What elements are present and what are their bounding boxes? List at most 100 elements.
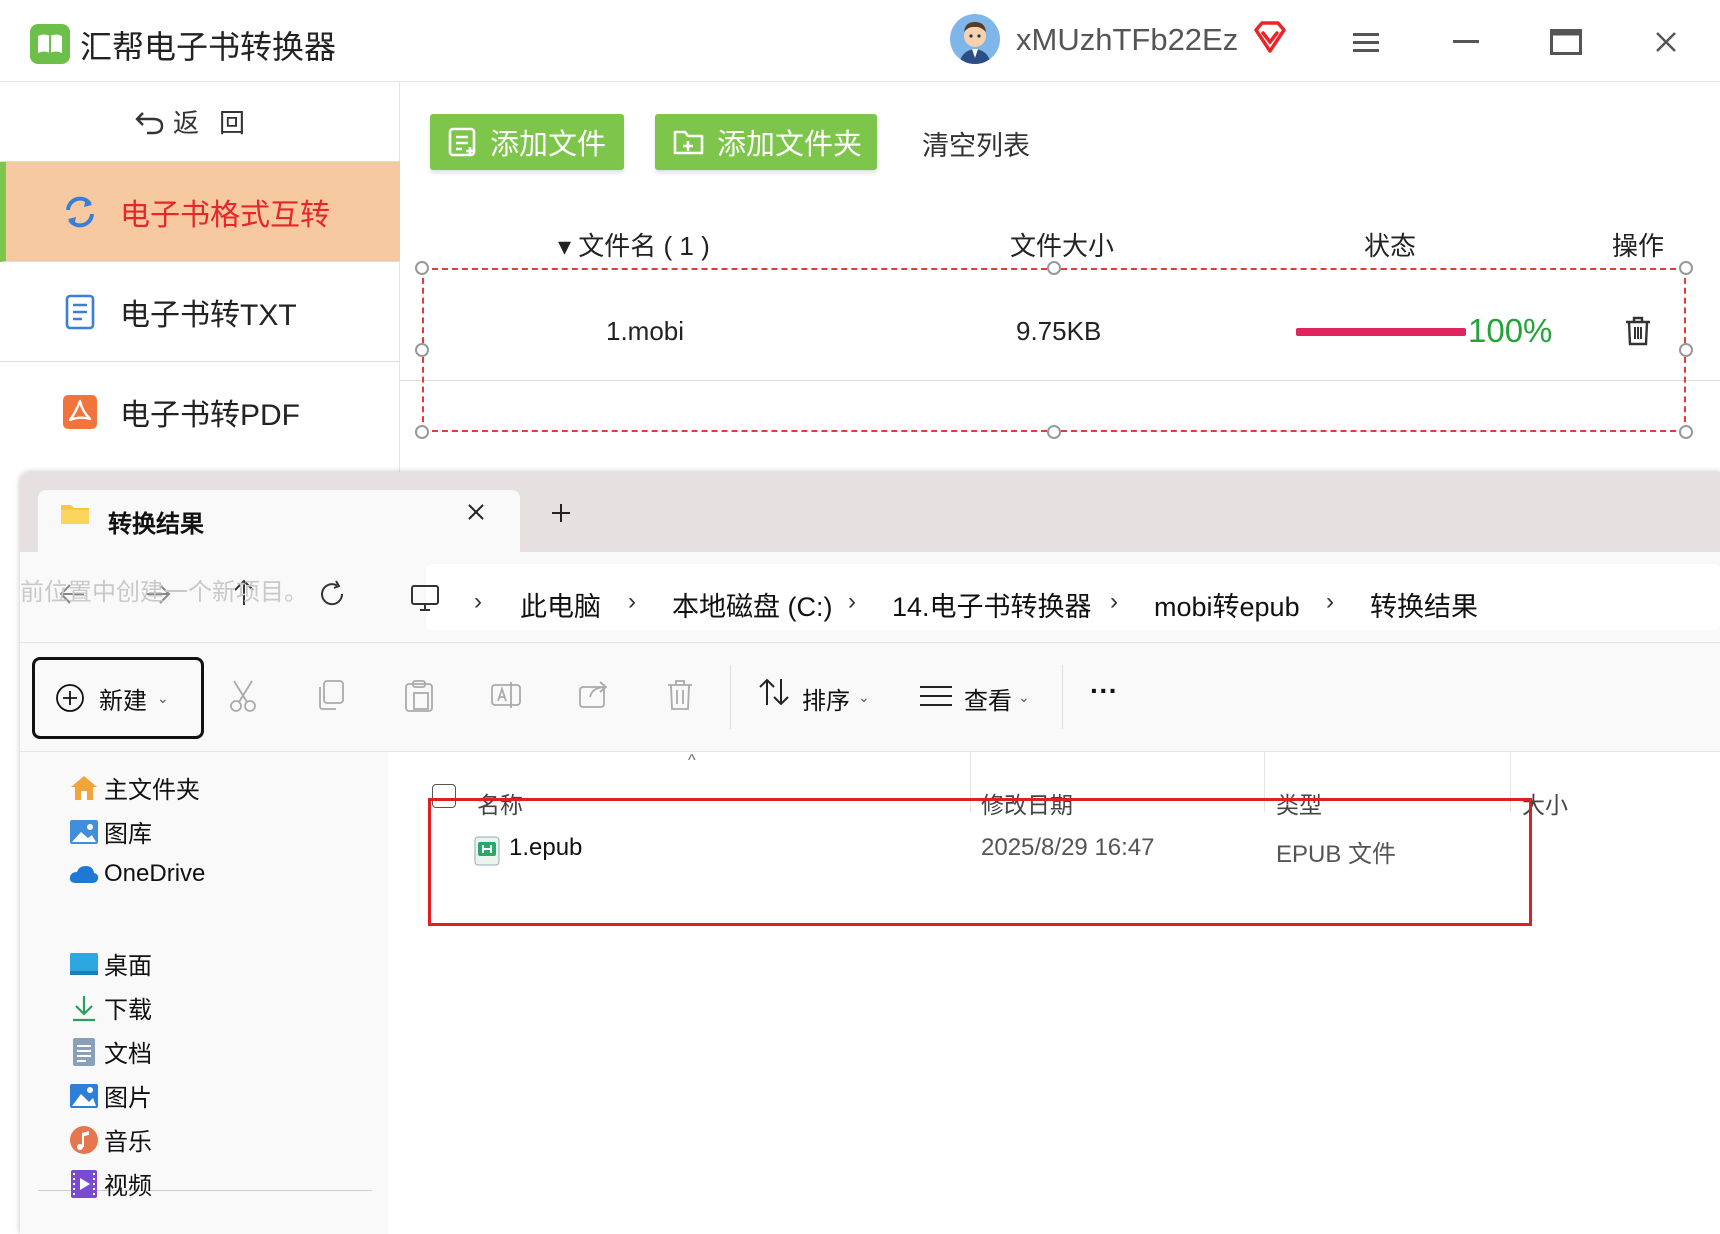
clear-list-button[interactable]: 清空列表 xyxy=(922,124,1030,163)
back-label: 返回 xyxy=(172,108,265,138)
breadcrumb-chevron-icon[interactable]: › xyxy=(1326,588,1334,616)
chevron-down-icon: ⌄ xyxy=(1018,689,1030,705)
vip-diamond-icon[interactable] xyxy=(1252,20,1288,59)
command-bar: 新建 ⌄ 排序 ⌄ 查看 ⌄ ··· xyxy=(20,642,1720,752)
chevron-down-icon: ⌄ xyxy=(858,689,870,705)
selection-box xyxy=(422,268,1686,432)
tree-item-documents[interactable]: 文档 xyxy=(68,1034,152,1069)
sidebar-item-to-pdf[interactable]: 电子书转PDF xyxy=(0,362,400,462)
rename-icon[interactable] xyxy=(490,679,522,716)
sidebar-item-to-txt[interactable]: 电子书转TXT xyxy=(0,262,400,362)
file-explorer-window: 转换结果 前位置中创建一个新项目。 › 此电脑 › 本地磁盘 (C:) › 14… xyxy=(20,472,1720,1234)
copy-icon[interactable] xyxy=(316,679,346,716)
resize-handle[interactable] xyxy=(415,343,429,357)
add-file-button[interactable]: 添加文件 xyxy=(430,114,624,170)
tab-strip: 转换结果 xyxy=(20,472,1720,552)
view-button[interactable]: 查看 xyxy=(964,681,1012,716)
sort-caret-up-icon: ^ xyxy=(688,752,696,769)
column-header-filename[interactable]: ▾ 文件名 ( 1 ) xyxy=(558,226,710,263)
back-arrow-icon[interactable] xyxy=(58,582,86,611)
resize-handle[interactable] xyxy=(415,261,429,275)
add-folder-button[interactable]: 添加文件夹 xyxy=(655,114,877,170)
file-name-cell: 1.mobi xyxy=(606,316,685,346)
sort-icon[interactable] xyxy=(758,677,790,712)
file-list: ^ 名称 修改日期 类型 大小 1.epub 2025/8/29 16:47 E… xyxy=(388,752,1720,1234)
title-bar: 汇帮电子书转换器 xMUzhTFb22Ez xyxy=(0,0,1720,82)
refresh-icon xyxy=(62,194,98,230)
breadcrumb-chevron-icon[interactable]: › xyxy=(848,588,856,616)
breadcrumb-chevron-icon[interactable]: › xyxy=(474,588,482,616)
tree-item-downloads[interactable]: 下载 xyxy=(68,990,152,1025)
resize-handle[interactable] xyxy=(415,425,429,439)
more-options-icon[interactable]: ··· xyxy=(1090,675,1118,707)
tree-item-onedrive[interactable]: OneDrive xyxy=(68,858,205,890)
resize-handle[interactable] xyxy=(1047,261,1061,275)
forward-arrow-icon[interactable] xyxy=(144,582,172,611)
column-header-size: 文件大小 xyxy=(1010,231,1115,261)
sidebar-item-label: 电子书转PDF xyxy=(120,399,300,432)
tree-item-music[interactable]: 音乐 xyxy=(68,1122,152,1157)
up-arrow-icon[interactable] xyxy=(232,578,256,611)
add-file-icon xyxy=(448,127,476,157)
folder-icon xyxy=(60,502,90,531)
menu-icon[interactable] xyxy=(1344,22,1388,62)
tree-item-desktop[interactable]: 桌面 xyxy=(68,946,152,981)
epub-file-icon xyxy=(474,836,500,871)
resize-handle[interactable] xyxy=(1679,343,1693,357)
delete-trash-icon[interactable] xyxy=(1624,316,1652,351)
delete-icon[interactable] xyxy=(666,679,694,716)
documents-icon xyxy=(68,1036,100,1068)
file-type: EPUB 文件 xyxy=(1276,841,1397,868)
tree-item-gallery[interactable]: 图库 xyxy=(68,814,152,849)
refresh-icon[interactable] xyxy=(318,580,346,613)
column-header-action: 操作 xyxy=(1612,231,1665,261)
file-date: 2025/8/29 16:47 xyxy=(981,834,1155,861)
tree-item-label: OneDrive xyxy=(104,860,206,887)
desktop-icon xyxy=(68,948,100,980)
document-icon xyxy=(62,294,98,330)
breadcrumb-local-disk[interactable]: 本地磁盘 (C:) xyxy=(672,585,832,624)
view-list-icon[interactable] xyxy=(920,685,952,712)
progress-percent: 100% xyxy=(1468,312,1553,349)
sidebar-item-label: 电子书转TXT xyxy=(120,298,297,332)
this-pc-monitor-icon[interactable] xyxy=(410,584,440,617)
share-icon[interactable] xyxy=(578,679,610,714)
resize-handle[interactable] xyxy=(1679,425,1693,439)
pictures-icon xyxy=(68,1080,100,1112)
add-folder-label: 添加文件夹 xyxy=(717,129,863,161)
breadcrumb-this-pc[interactable]: 此电脑 xyxy=(520,585,601,624)
tree-item-label: 下载 xyxy=(104,997,152,1024)
new-tab-plus-icon[interactable] xyxy=(550,502,572,529)
breadcrumb-chevron-icon[interactable]: › xyxy=(628,588,636,616)
tree-item-home[interactable]: 主文件夹 xyxy=(68,770,200,805)
resize-handle[interactable] xyxy=(1047,425,1061,439)
tree-item-pictures[interactable]: 图片 xyxy=(68,1078,152,1113)
progress-bar xyxy=(1296,328,1466,336)
minimize-icon[interactable] xyxy=(1444,22,1488,62)
tree-item-videos[interactable]: 视频 xyxy=(68,1166,152,1201)
maximize-icon[interactable] xyxy=(1544,22,1588,62)
cut-icon[interactable] xyxy=(228,679,258,718)
back-arrow-icon xyxy=(135,111,164,134)
username: xMUzhTFb22Ez xyxy=(1016,22,1239,57)
resize-handle[interactable] xyxy=(1679,261,1693,275)
tab-close-icon[interactable] xyxy=(466,502,486,527)
navigation-pane: 主文件夹 图库 OneDrive 桌面 下载 文档 图片 音乐 视频 xyxy=(20,752,411,1234)
back-button[interactable]: 返回 xyxy=(0,82,400,162)
gallery-icon xyxy=(68,816,100,848)
video-icon xyxy=(68,1168,100,1200)
breadcrumb-conversion-results[interactable]: 转换结果 xyxy=(1370,585,1478,624)
column-header-status: 状态 xyxy=(1364,231,1417,261)
file-name[interactable]: 1.epub xyxy=(509,834,582,862)
breadcrumb-mobi-to-epub[interactable]: mobi转epub xyxy=(1154,585,1300,624)
add-folder-icon xyxy=(673,130,704,155)
breadcrumb-chevron-icon[interactable]: › xyxy=(1110,588,1118,616)
cloud-icon xyxy=(68,858,100,890)
sidebar-item-format-convert[interactable]: 电子书格式互转 xyxy=(0,162,400,262)
paste-icon[interactable] xyxy=(404,679,434,718)
avatar[interactable] xyxy=(950,14,1000,64)
sort-button[interactable]: 排序 xyxy=(802,681,850,716)
close-icon[interactable] xyxy=(1644,22,1688,62)
new-button[interactable]: 新建 ⌄ xyxy=(32,657,204,739)
breadcrumb-ebook-converter[interactable]: 14.电子书转换器 xyxy=(892,585,1092,624)
